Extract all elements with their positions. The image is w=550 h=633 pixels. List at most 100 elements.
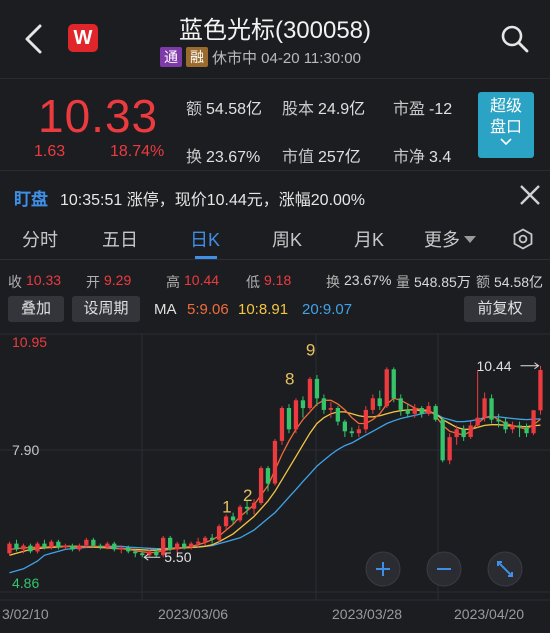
candle-body [454,429,459,438]
ma20-value: 20:9.07 [302,301,353,318]
candle-body [182,543,187,548]
ma5-value: 5:9.06 [187,301,229,318]
ma20-line [9,411,541,574]
stat-pb: 市净 3.4 [393,149,452,166]
candle-body [251,502,257,509]
volume-label: 量 [396,274,410,290]
candle-body [538,370,543,411]
price-change: 1.63 [34,143,66,160]
open-value: 9.29 [104,272,132,288]
overlay-button[interactable]: 叠加 [8,296,64,322]
candle-body [447,437,452,461]
turnover-label: 换 [326,274,340,290]
candle-body [133,551,138,554]
candle-body [237,506,243,521]
watch-alert-bar: 盯盘 10:35:51 涨停，现价10.44元，涨幅20.00% [0,170,550,218]
candle-body [244,506,250,509]
candle-body [314,378,320,399]
tab-intraday[interactable]: 分时 [22,226,58,252]
rong-badge: 融 [186,47,208,67]
zoom-controls [365,551,523,587]
stat-turnover: 换 23.67% [186,149,261,166]
candle-body [496,419,501,422]
settings-icon[interactable] [512,228,534,250]
candle-body [119,547,124,550]
period-tabs: 分时 五日 日K 周K 月K 更多 [0,218,550,260]
candle-body [196,541,201,544]
candle-body [223,516,229,527]
candle-body [63,545,68,548]
high-label: 高 [166,274,180,290]
close-icon[interactable] [518,183,542,207]
stat-share-capital: 股本 24.9亿 [282,101,366,118]
candle-body [461,429,466,438]
candle-body [70,545,75,550]
candle-body [77,545,82,550]
candle-body [105,543,110,548]
set-period-button[interactable]: 设周期 [72,296,140,322]
fullscreen-icon[interactable] [487,551,523,587]
close-label: 收 [8,274,22,290]
super-orderbook-button[interactable]: 超级 盘口 [478,92,534,158]
close-value: 10.33 [26,272,62,288]
tab-five-day[interactable]: 五日 [102,226,138,252]
low-marker-value: 5.50 [164,549,191,565]
x-label: 2023/04/20 [454,606,524,622]
stat-pe: 市盈 -12 [393,101,453,118]
top-bar: W 蓝色光标(300058) 通 融 休市中 04-20 11:30:00 [0,0,550,78]
candle-body [321,398,326,410]
tong-badge: 通 [160,47,182,67]
nine-turn-counter: 9 [306,341,315,360]
candle-body [272,440,278,484]
candle-body [279,408,285,441]
x-label: 3/02/10 [2,606,49,622]
tab-more[interactable]: 更多 [424,226,476,252]
y-label-bottom: 4.86 [12,575,39,591]
candle-body [356,429,361,434]
candle-body [7,543,12,554]
nine-turn-counter: 2 [243,486,252,505]
candle-body [391,369,396,399]
ma10-value: 10:8.91 [238,301,289,318]
candle-body [419,408,424,414]
candle-body [21,545,26,550]
tab-daily-k[interactable]: 日K [190,226,220,252]
candle-body [384,369,389,407]
candle-body [398,398,403,410]
candle-body [440,419,445,461]
candle-body [210,537,215,540]
x-label: 2023/03/28 [332,606,402,622]
zoom-out-icon[interactable] [426,551,462,587]
market-status: 休市中 04-20 11:30:00 [212,49,361,67]
candle-body [363,409,368,430]
price-change-pct: 18.74% [110,143,165,160]
search-icon[interactable] [500,24,530,54]
tab-monthly-k[interactable]: 月K [354,226,384,252]
candle-body [98,545,103,548]
stat-amount: 额 54.58亿 [186,101,263,118]
candle-body [56,541,61,548]
candle-body [328,408,333,410]
low-value: 9.18 [264,272,292,288]
open-label: 开 [86,274,100,290]
ohlc-info-row: 收 10.33 开 9.29 高 10.44 低 9.18 换 23.67% 量… [0,268,550,292]
stat-market-cap: 市值 257亿 [282,149,361,166]
nine-turn-counter: 8 [285,370,294,389]
candle-body [426,406,431,414]
candle-body [265,468,271,484]
turnover-value: 23.67% [344,272,392,288]
candle-body [482,398,487,418]
tab-weekly-k[interactable]: 周K [272,226,302,252]
watch-label[interactable]: 盯盘 [14,185,48,210]
current-price: 10.33 [38,90,159,142]
chevron-down-icon [500,138,512,146]
quote-panel: 10.33 1.63 18.74% 额 54.58亿 股本 24.9亿 市盈 -12 … [0,78,550,166]
candle-body [42,543,47,548]
nine-turn-counter: 1 [222,498,231,517]
candle-body [377,398,382,407]
zoom-in-icon[interactable] [365,551,401,587]
candlestick-chart[interactable]: 10.95 7.90 4.86 3/02/10 2023/03/06 2023/03/28… [0,326,550,633]
candle-body [230,516,236,521]
y-label-top: 10.95 [12,334,47,350]
forward-adjust-button[interactable]: 前复权 [464,296,536,322]
